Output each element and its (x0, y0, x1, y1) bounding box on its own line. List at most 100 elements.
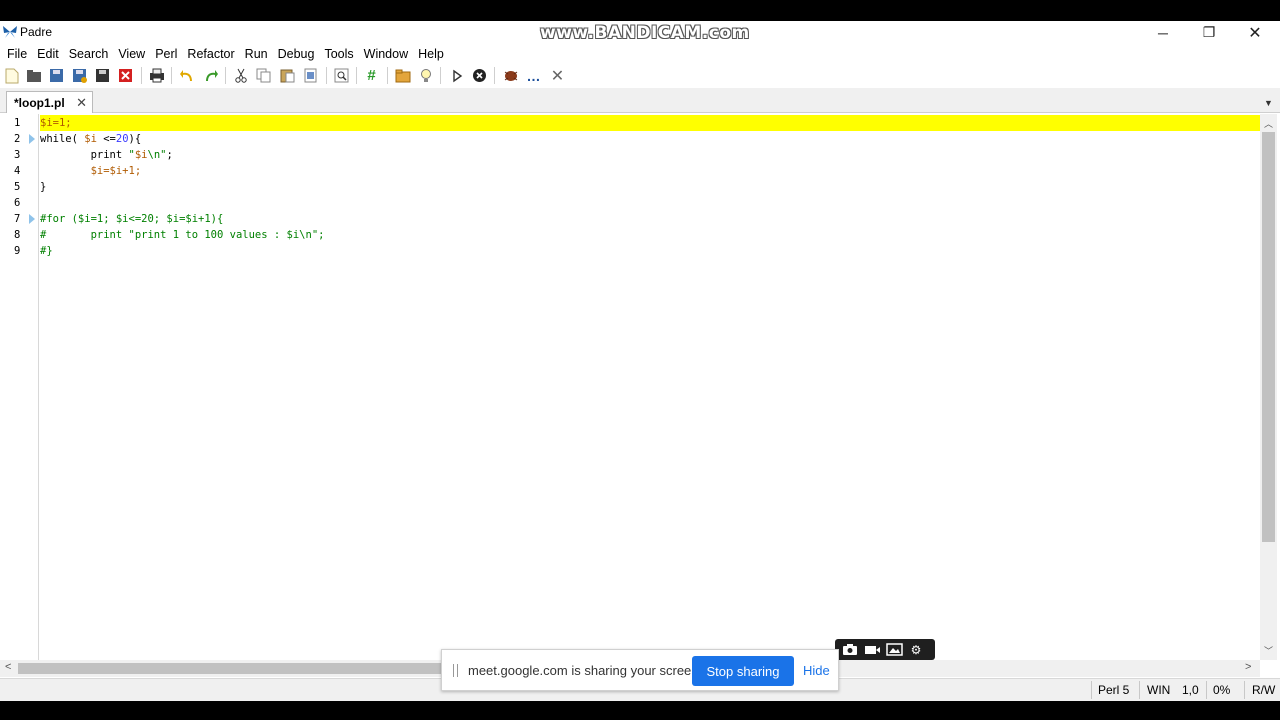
debug-icon[interactable] (502, 67, 519, 84)
code-line: while( $i <=20){ (40, 131, 1260, 147)
lightbulb-icon[interactable] (417, 67, 434, 84)
run-icon[interactable] (448, 67, 465, 84)
status-mode: R/W (1252, 683, 1276, 697)
stop-icon[interactable] (471, 67, 488, 84)
settings-icon[interactable]: ⚙ (905, 641, 927, 659)
menu-run[interactable]: Run (241, 47, 272, 61)
select-all-icon[interactable] (302, 67, 319, 84)
close-window-button[interactable]: ✕ (1232, 21, 1278, 44)
code-line-current: $i=1; (40, 115, 1260, 131)
status-separator (1139, 681, 1140, 699)
toolbar-separator (356, 67, 357, 84)
tab-close-icon[interactable]: ✕ (76, 95, 87, 111)
menu-debug[interactable]: Debug (274, 47, 319, 61)
menu-edit[interactable]: Edit (33, 47, 63, 61)
close-icon[interactable]: ✕ (549, 67, 566, 85)
line-number: 5 (14, 181, 21, 193)
vertical-scrollbar[interactable]: ︿ ﹀ (1260, 114, 1277, 660)
menu-view[interactable]: View (114, 47, 149, 61)
code-token: ){ (128, 133, 142, 145)
find-icon[interactable] (333, 67, 350, 84)
line-number: 9 (14, 245, 21, 257)
menu-window[interactable]: Window (360, 47, 412, 61)
more-icon[interactable]: … (525, 67, 542, 84)
line-number: 1 (14, 117, 21, 129)
minimize-button[interactable]: ─ (1140, 21, 1186, 44)
code-line: } (40, 181, 47, 193)
code-text-area[interactable]: $i=1; while( $i <=20){ print "$i\n"; $i=… (40, 114, 1260, 660)
scroll-down-icon[interactable]: ﹀ (1264, 644, 1273, 657)
menu-refactor[interactable]: Refactor (183, 47, 238, 61)
code-editor[interactable]: 1 2 3 4 5 6 7 8 9 $i=1; while( $i <=20){… (0, 114, 1280, 660)
tab-loop1-pl[interactable]: *loop1.pl ✕ (6, 91, 93, 113)
save-icon[interactable] (48, 67, 65, 84)
line-number: 4 (14, 165, 21, 177)
menu-file[interactable]: File (3, 47, 31, 61)
cut-icon[interactable] (232, 67, 249, 84)
code-token: while( (40, 133, 78, 145)
status-separator (1091, 681, 1092, 699)
padre-butterfly-icon (3, 26, 17, 38)
tab-list-dropdown-icon[interactable]: ▼ (1264, 98, 1273, 108)
menu-perl[interactable]: Perl (151, 47, 181, 61)
toolbar-separator (494, 67, 495, 84)
code-token: $i (77, 133, 97, 145)
undo-icon[interactable] (178, 67, 195, 84)
line-number: 2 (14, 133, 21, 145)
video-icon[interactable] (861, 641, 883, 659)
print-icon[interactable] (148, 67, 165, 84)
horizontal-scroll-thumb[interactable] (18, 663, 448, 674)
save-as-icon[interactable] (71, 67, 88, 84)
menu-tools[interactable]: Tools (320, 47, 357, 61)
open-folder-icon[interactable] (394, 67, 411, 84)
restore-button[interactable]: ❐ (1186, 21, 1232, 44)
menu-help[interactable]: Help (414, 47, 448, 61)
code-token: print (40, 149, 129, 161)
window-title: Padre (20, 25, 53, 39)
camera-icon[interactable] (839, 641, 861, 659)
code-token: $i=1; (40, 117, 72, 129)
fold-marker-icon[interactable] (29, 214, 35, 224)
comment-icon[interactable]: # (363, 67, 380, 84)
bottom-black-bar (0, 701, 1280, 720)
scroll-right-icon[interactable]: > (1245, 661, 1251, 673)
line-number-gutter: 1 2 3 4 5 6 7 8 9 (2, 114, 39, 660)
status-position: 1,0 (1182, 683, 1199, 697)
drag-handle-icon[interactable] (453, 664, 458, 677)
line-number: 3 (14, 149, 21, 161)
hide-banner-link[interactable]: Hide (803, 663, 830, 678)
copy-icon[interactable] (255, 67, 272, 84)
menu-search[interactable]: Search (65, 47, 113, 61)
status-newline: WIN (1147, 683, 1171, 697)
tab-label: *loop1.pl (14, 95, 65, 110)
redo-icon[interactable] (202, 67, 219, 84)
stop-sharing-button[interactable]: Stop sharing (692, 656, 794, 686)
open-icon[interactable] (25, 67, 42, 84)
scroll-left-icon[interactable]: < (5, 661, 11, 673)
toolbar-separator (387, 67, 388, 84)
code-token: 20 (115, 133, 129, 145)
bandicam-widget: ⚙ (835, 639, 935, 660)
code-line-comment: # print "print 1 to 100 values : $i\n"; (40, 229, 325, 241)
new-file-icon[interactable] (3, 67, 20, 84)
code-line-comment: #for ($i=1; $i<=20; $i=$i+1){ (40, 213, 224, 225)
status-percent: 0% (1213, 683, 1231, 697)
top-black-bar (0, 0, 1280, 21)
vertical-scroll-thumb[interactable] (1262, 132, 1275, 542)
code-token: $i (134, 149, 148, 161)
notebook-tabs: *loop1.pl ✕ ▼ (0, 88, 1280, 113)
code-line-comment: #} (40, 245, 53, 257)
fold-marker-icon[interactable] (29, 134, 35, 144)
paste-icon[interactable] (279, 67, 296, 84)
scroll-up-icon[interactable]: ︿ (1264, 117, 1273, 130)
bandicam-watermark: www.BANDICAM.com (540, 23, 750, 43)
code-line: $i=$i+1; (40, 165, 142, 177)
line-number: 7 (14, 213, 21, 225)
screen-share-banner: meet.google.com is sharing your screen. … (441, 649, 839, 691)
save-all-icon[interactable] (94, 67, 111, 84)
image-icon[interactable] (883, 641, 905, 659)
code-token: \n" (147, 149, 167, 161)
close-file-icon[interactable] (117, 67, 134, 84)
menu-bar: File Edit Search View Perl Refactor Run … (0, 44, 1280, 64)
